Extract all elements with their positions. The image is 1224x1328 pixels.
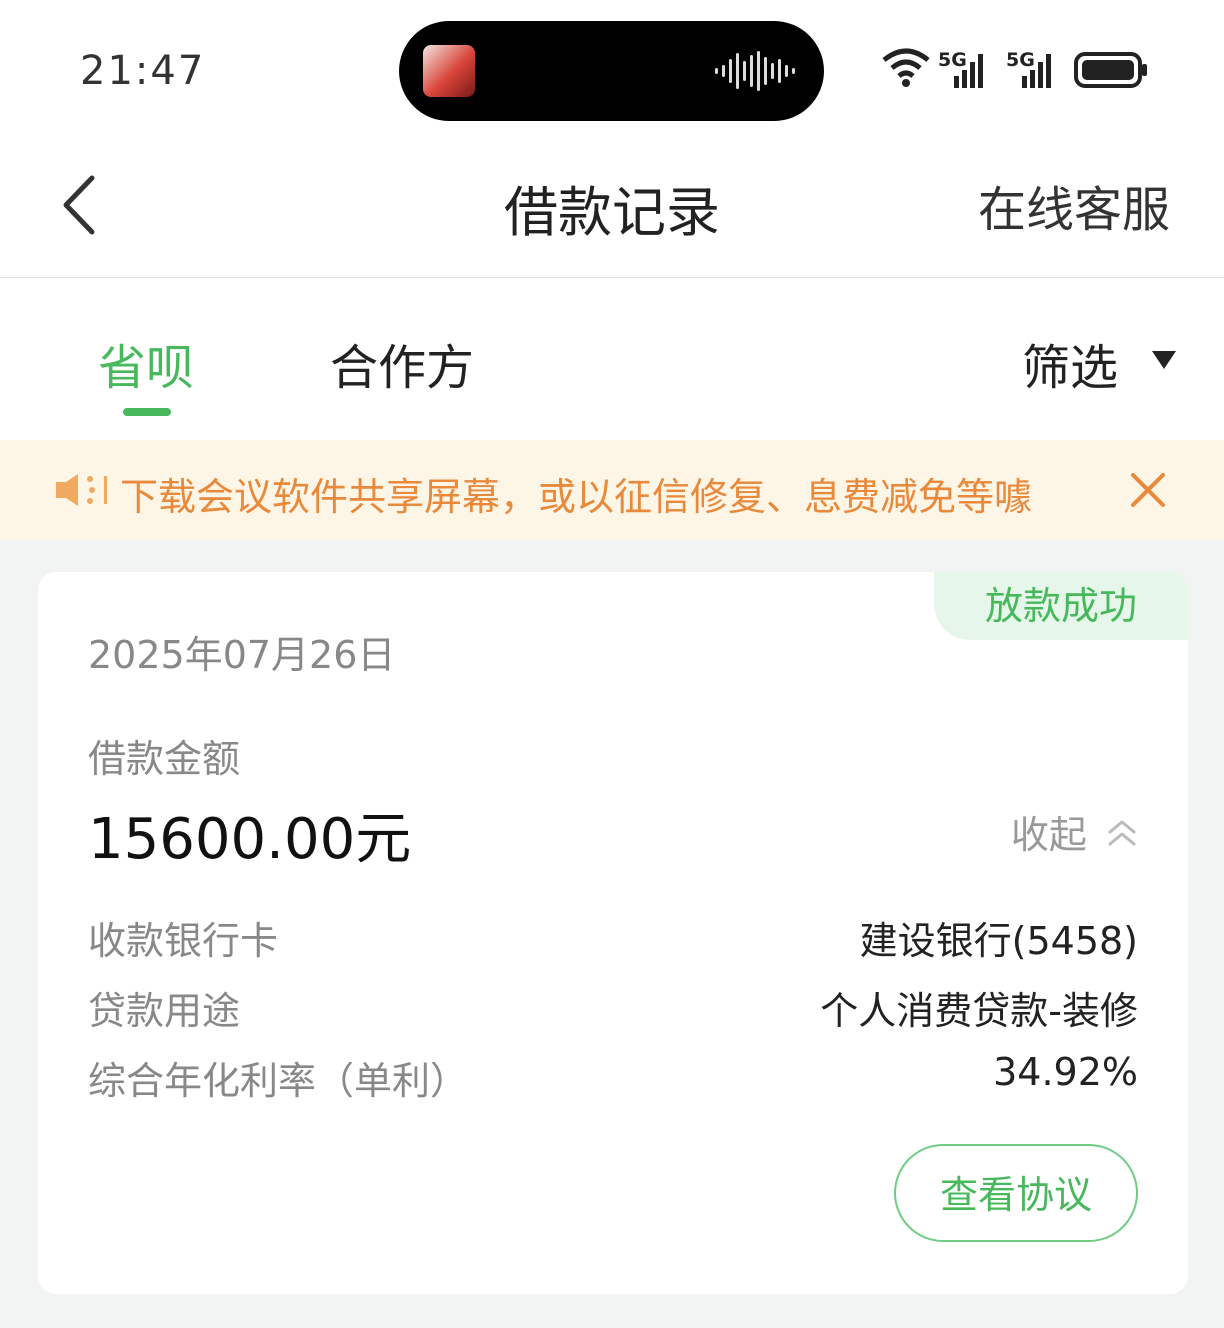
detail-label: 综合年化利率（单利） [88, 1059, 469, 1103]
music-cover-icon [423, 45, 475, 97]
status-time: 21:47 [80, 48, 206, 94]
filter-button[interactable]: 筛选 [1022, 328, 1118, 398]
detail-value: 个人消费贷款-装修 [820, 989, 1138, 1033]
svg-text:5G: 5G [1006, 49, 1035, 71]
loan-record-card: 放款成功 2025年07月26日 借款金额 15600.00元 收起 收款银行卡… [38, 572, 1188, 1294]
view-agreement-button[interactable]: 查看协议 [894, 1144, 1138, 1242]
tab-partner[interactable]: 合作方 [330, 328, 474, 398]
tab-active-indicator [123, 408, 171, 416]
status-badge: 放款成功 [934, 572, 1188, 640]
tab-bar: 省呗 合作方 筛选 [0, 278, 1224, 440]
detail-label: 贷款用途 [88, 989, 241, 1033]
collapse-label: 收起 [1010, 813, 1087, 857]
svg-text:5G: 5G [938, 49, 967, 71]
close-icon[interactable] [1128, 470, 1168, 510]
wifi-icon [882, 48, 930, 87]
chevron-up-double-icon [1108, 820, 1136, 845]
audio-wave-icon [715, 51, 795, 91]
notice-text: 下载会议软件共享屏幕，或以征信修复、息费减免等噱 [120, 475, 1033, 519]
nav-bar: 借款记录 在线客服 [0, 140, 1224, 278]
tab-shengbei[interactable]: 省呗 [98, 328, 194, 398]
dynamic-island[interactable] [399, 21, 824, 121]
signal-icon-2: 5G [1006, 49, 1051, 88]
amount-label: 借款金额 [88, 737, 241, 781]
detail-label: 收款银行卡 [88, 919, 279, 963]
battery-icon [1074, 52, 1147, 88]
signal-icon: 5G [938, 49, 983, 88]
collapse-button[interactable]: 收起 [1011, 804, 1138, 859]
notice-banner: 下载会议软件共享屏幕，或以征信修复、息费减免等噱 [0, 440, 1224, 540]
detail-row-bank-card: 收款银行卡 建设银行(5458) [88, 910, 1138, 963]
loan-date: 2025年07月26日 [88, 633, 396, 677]
amount-value: 15600.00元 [88, 807, 412, 872]
detail-row-purpose: 贷款用途 个人消费贷款-装修 [88, 980, 1138, 1033]
detail-row-rate: 综合年化利率（单利） 34.92% [88, 1050, 1138, 1103]
status-bar: 21:47 5G 5G [0, 0, 1224, 140]
online-service-link[interactable]: 在线客服 [978, 170, 1170, 240]
system-icons: 5G 5G [880, 46, 1150, 92]
detail-value: 建设银行(5458) [859, 919, 1138, 963]
detail-value: 34.92% [993, 1050, 1138, 1094]
speaker-icon [56, 474, 107, 506]
caret-down-icon[interactable] [1152, 351, 1176, 369]
